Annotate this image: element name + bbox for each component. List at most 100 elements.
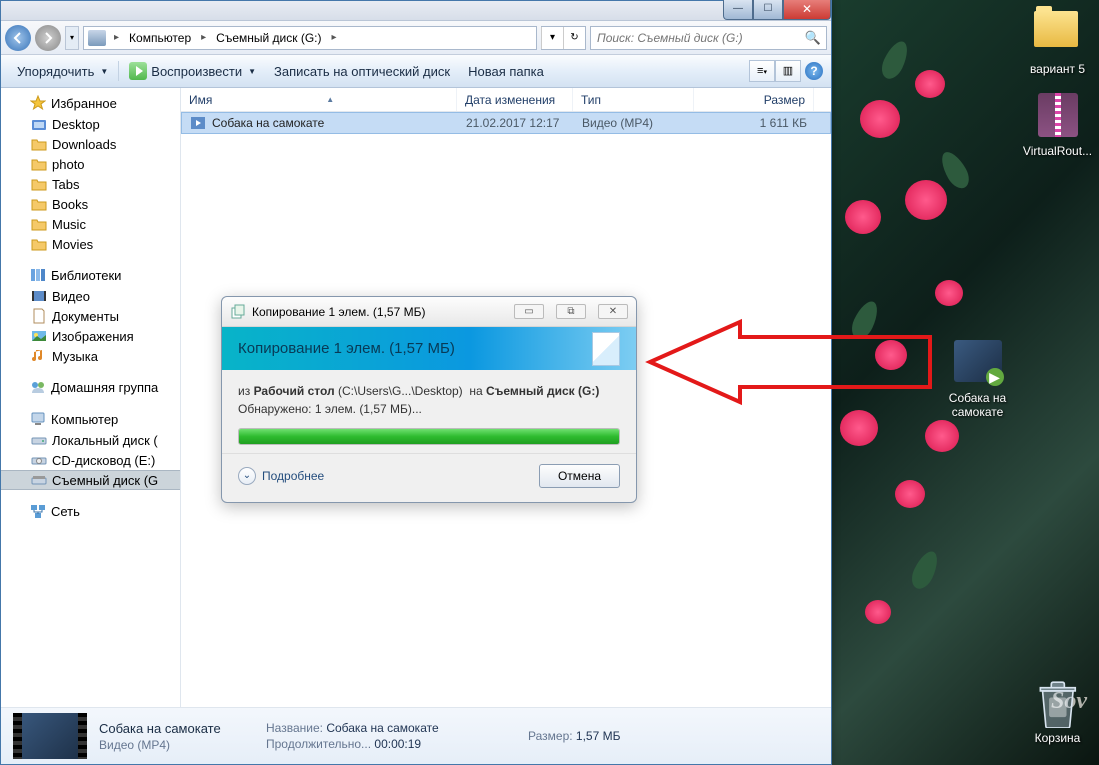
copy-icon [230,304,246,320]
dialog-titlebar[interactable]: Копирование 1 элем. (1,57 МБ) ▭ ⧉ ✕ [222,297,636,327]
window-titlebar[interactable]: — ☐ ✕ [1,1,831,21]
folder-icon [31,116,47,132]
minimize-button[interactable]: — [723,0,753,20]
dialog-title: Копирование 1 элем. (1,57 МБ) [252,305,425,319]
cancel-button[interactable]: Отмена [539,464,620,488]
sidebar-item-tabs[interactable]: Tabs [1,174,180,194]
help-button[interactable]: ? [805,62,823,80]
sidebar-item-cd-drive[interactable]: CD-дисковод (E:) [1,450,180,470]
progress-bar [238,428,620,445]
column-date[interactable]: Дата изменения [457,88,573,111]
play-button[interactable]: Воспроизвести▼ [121,58,264,84]
chevron-right-icon[interactable]: ▸ [197,32,210,43]
desktop-icon-archive[interactable]: VirtualRout... [1020,93,1095,158]
folder-icon [31,156,47,172]
desktop-icon-folder[interactable]: вариант 5 [1020,5,1095,76]
new-folder-button[interactable]: Новая папка [460,60,552,83]
cd-drive-icon [31,452,47,468]
breadcrumb[interactable]: ▸ Компьютер ▸ Съемный диск (G:) ▸ [83,26,537,50]
sidebar: Избранное Desktop Downloads photo Tabs B… [1,88,181,707]
sidebar-item-books[interactable]: Books [1,194,180,214]
file-row[interactable]: Собака на самокате 21.02.2017 12:17 Виде… [181,112,831,134]
desktop-icon-video[interactable]: Собака на самокате [940,340,1015,420]
sidebar-favorites[interactable]: Избранное [1,92,180,114]
chevron-down-icon: ⌄ [238,467,256,485]
breadcrumb-segment[interactable]: Компьютер [123,27,197,49]
more-details-toggle[interactable]: ⌄ Подробнее [238,467,324,485]
column-size[interactable]: Размер [694,88,814,111]
preview-pane-button[interactable]: ▥ [775,60,801,82]
sidebar-network[interactable]: Сеть [1,500,180,522]
sidebar-item-music[interactable]: Music [1,214,180,234]
close-button[interactable]: ✕ [783,0,831,20]
sidebar-item-desktop[interactable]: Desktop [1,114,180,134]
sidebar-item-music-lib[interactable]: Музыка [1,346,180,366]
sidebar-homegroup[interactable]: Домашняя группа [1,376,180,398]
organize-button[interactable]: Упорядочить▼ [9,60,116,83]
libraries-icon [30,267,46,283]
details-subtitle: Видео (MP4) [99,738,254,752]
drive-icon [31,432,47,448]
dialog-info: из Рабочий стол (C:\Users\G...\Desktop) … [238,382,620,418]
file-date: 21.02.2017 12:17 [458,116,574,130]
computer-icon [88,30,106,46]
network-icon [30,503,46,519]
computer-icon [30,411,46,427]
column-name[interactable]: Имя▲ [181,88,457,111]
music-icon [31,348,47,364]
breadcrumb-dropdown[interactable]: ▾ [541,27,563,49]
document-icon [592,332,620,366]
sidebar-item-documents[interactable]: Документы [1,306,180,326]
chevron-down-icon: ▼ [100,67,108,76]
desktop-icon-label: VirtualRout... [1020,144,1095,158]
dialog-minimize-button[interactable]: ▭ [514,304,544,319]
nav-history-dropdown[interactable]: ▾ [65,26,79,50]
chevron-right-icon[interactable]: ▸ [110,32,123,43]
desktop-icon-label: вариант 5 [1020,62,1095,76]
sidebar-item-movies[interactable]: Movies [1,234,180,254]
sidebar-computer[interactable]: Компьютер [1,408,180,430]
documents-icon [31,308,47,324]
search-input[interactable] [591,31,800,45]
sidebar-item-local-disk[interactable]: Локальный диск ( [1,430,180,450]
folder-icon [31,176,47,192]
column-type[interactable]: Тип [573,88,694,111]
sidebar-item-photo[interactable]: photo [1,154,180,174]
desktop-icon-label: Корзина [1020,731,1095,745]
burn-button[interactable]: Записать на оптический диск [266,60,458,83]
video-icon [31,288,47,304]
folder-icon [31,136,47,152]
video-file-icon [190,115,206,131]
sidebar-libraries[interactable]: Библиотеки [1,264,180,286]
sidebar-item-removable-disk[interactable]: Съемный диск (G [1,470,180,490]
sort-indicator-icon: ▲ [326,95,334,104]
view-mode-button[interactable]: ≡▾ [749,60,775,82]
pictures-icon [31,328,47,344]
back-button[interactable] [5,25,31,51]
details-pane: Собака на самокате Видео (MP4) Название:… [1,707,831,764]
search-box[interactable]: 🔍 [590,26,827,50]
folder-icon [31,196,47,212]
column-headers: Имя▲ Дата изменения Тип Размер [181,88,831,112]
dialog-header-text: Копирование 1 элем. (1,57 МБ) [238,340,455,357]
progress-fill [239,429,619,444]
dialog-maximize-button[interactable]: ⧉ [556,304,586,319]
maximize-button[interactable]: ☐ [753,0,783,20]
play-icon [129,62,147,80]
details-title: Собака на самокате [99,721,254,736]
breadcrumb-segment[interactable]: Съемный диск (G:) [210,27,327,49]
sidebar-item-pictures[interactable]: Изображения [1,326,180,346]
dialog-close-button[interactable]: ✕ [598,304,628,319]
chevron-right-icon[interactable]: ▸ [328,32,341,43]
desktop-icon-label: Собака на самокате [940,391,1015,420]
sidebar-item-video[interactable]: Видео [1,286,180,306]
refresh-button[interactable]: ↻ [563,27,585,49]
toolbar: Упорядочить▼ Воспроизвести▼ Записать на … [1,55,831,88]
copy-dialog: Копирование 1 элем. (1,57 МБ) ▭ ⧉ ✕ Копи… [221,296,637,503]
search-icon[interactable]: 🔍 [800,30,826,46]
star-icon [30,95,46,111]
sidebar-item-downloads[interactable]: Downloads [1,134,180,154]
forward-button[interactable] [35,25,61,51]
desktop-icon-recycle-bin[interactable]: Корзина [1020,680,1095,745]
folder-icon [31,236,47,252]
